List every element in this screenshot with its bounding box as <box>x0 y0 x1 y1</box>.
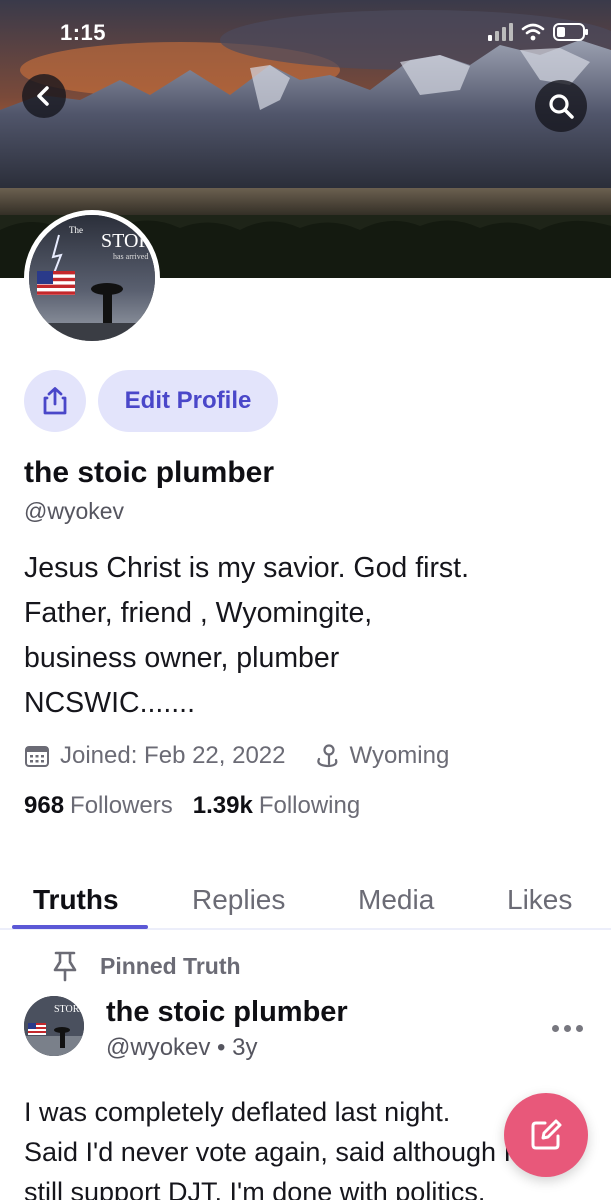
status-bar: 1:15 <box>0 0 611 60</box>
bio-line: Father, friend , Wyomingite, <box>24 597 373 629</box>
bio-line: NCSWIC....... <box>24 687 195 719</box>
tab-likes[interactable]: Likes <box>507 884 572 916</box>
search-icon <box>549 94 574 119</box>
flag-icon <box>37 271 75 295</box>
more-horizontal-icon <box>551 1024 559 1032</box>
svg-text:The: The <box>69 225 83 235</box>
status-icons <box>487 22 589 42</box>
search-button[interactable] <box>535 80 587 132</box>
joined-date: Joined: Feb 22, 2022 <box>24 742 286 770</box>
svg-text:has arrived: has arrived <box>113 252 148 261</box>
profile-meta: Joined: Feb 22, 2022 Wyoming <box>24 742 449 770</box>
battery-icon <box>553 23 588 41</box>
svg-text:STORM: STORM <box>54 1004 84 1015</box>
pinned-indicator: Pinned Truth <box>50 950 241 982</box>
post-text-line: still support DJT, I'm done with politic… <box>24 1177 486 1200</box>
compose-icon <box>531 1119 562 1150</box>
status-time: 1:15 <box>60 20 107 45</box>
post-author-meta: @wyokev • 3y <box>106 1034 258 1061</box>
compose-button[interactable] <box>504 1093 588 1177</box>
following-link[interactable]: 1.39k Following <box>193 792 360 820</box>
chevron-left-icon <box>37 86 49 106</box>
profile-handle: @wyokev <box>24 498 125 524</box>
profile-avatar[interactable]: STORM The has arrived <box>24 210 160 346</box>
following-count: 1.39k <box>192 792 253 819</box>
signal-icon <box>488 23 513 41</box>
avatar-image: STORM <box>24 996 84 1056</box>
follow-counts: 968 Followers 1.39k Following <box>24 792 360 820</box>
post-author-avatar[interactable]: STORM <box>24 996 84 1056</box>
calendar-icon <box>25 746 49 767</box>
wifi-icon <box>521 23 545 41</box>
more-options-button[interactable] <box>549 1016 585 1040</box>
bio-line: Jesus Christ is my savior. God first. <box>24 552 470 584</box>
map-pin-icon <box>316 744 337 768</box>
active-tab-indicator <box>12 925 148 929</box>
followers-label: Followers <box>70 792 173 819</box>
profile-bio: Jesus Christ is my savior. God first. Fa… <box>24 546 584 726</box>
share-button[interactable] <box>24 370 86 432</box>
location-text: Wyoming <box>349 742 450 769</box>
tab-replies[interactable]: Replies <box>192 884 285 916</box>
post-author-name[interactable]: the stoic plumber <box>106 996 348 1029</box>
tab-media[interactable]: Media <box>358 884 434 916</box>
avatar-image: STORM The has arrived <box>29 215 155 341</box>
back-button[interactable] <box>22 74 66 118</box>
location: Wyoming <box>314 742 450 770</box>
display-name: the stoic plumber <box>24 456 275 489</box>
tab-truths[interactable]: Truths <box>33 884 119 916</box>
followers-count: 968 <box>24 792 65 819</box>
bio-line: business owner, plumber <box>24 642 340 674</box>
followers-link[interactable]: 968 Followers <box>24 792 173 820</box>
edit-profile-button[interactable]: Edit Profile <box>98 370 278 432</box>
joined-text: Joined: Feb 22, 2022 <box>60 742 286 769</box>
pin-icon <box>53 951 77 982</box>
pinned-label: Pinned Truth <box>100 952 241 979</box>
profile-tabs: Truths Replies Media Likes <box>0 880 611 930</box>
following-label: Following <box>258 792 361 819</box>
share-icon <box>43 387 67 415</box>
